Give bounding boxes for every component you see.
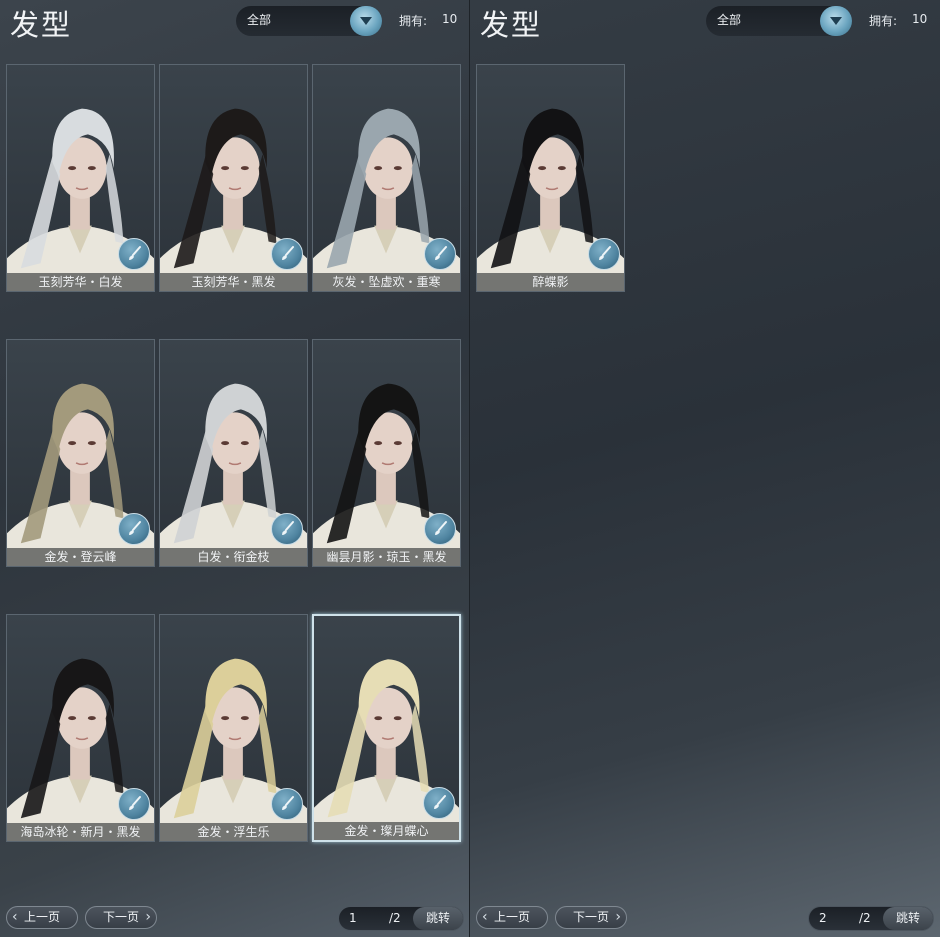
hairstyle-name: 灰发・坠虚欢・重寒: [313, 273, 460, 291]
hairstyle-card[interactable]: 金发・浮生乐: [159, 614, 308, 842]
hairstyle-name: 玉刻芳华・黑发: [160, 273, 307, 291]
brush-icon[interactable]: [424, 513, 456, 545]
brush-icon[interactable]: [118, 238, 150, 270]
prev-page-button[interactable]: ‹ 上一页: [476, 906, 548, 929]
page-number-input[interactable]: 1: [349, 911, 357, 925]
hairstyle-name: 金发・登云峰: [7, 548, 154, 566]
chevron-left-icon: ‹: [482, 909, 488, 925]
hairstyle-name: 幽昙月影・琼玉・黑发: [313, 548, 460, 566]
hairstyle-name: 醉蝶影: [477, 273, 624, 291]
filter-dropdown[interactable]: 全部: [236, 6, 382, 36]
hairstyle-card[interactable]: 幽昙月影・琼玉・黑发: [312, 339, 461, 567]
page-total: /2: [859, 911, 871, 925]
hairstyle-name: 海岛冰轮・新月・黑发: [7, 823, 154, 841]
hairstyle-name: 白发・衔金枝: [160, 548, 307, 566]
hairstyle-card[interactable]: 金发・璨月蝶心: [312, 614, 461, 842]
hairstyle-panel-page-1: 发型 全部 拥有: 10 玉刻芳华・白发 玉刻芳华・黑发 灰发・坠虚欢・重寒金发・登…: [0, 0, 470, 937]
filter-selected-value: 全部: [717, 13, 742, 27]
chevron-down-icon[interactable]: [350, 6, 382, 36]
filter-selected-value: 全部: [247, 13, 272, 27]
jump-button[interactable]: 跳转: [883, 907, 933, 930]
brush-icon[interactable]: [424, 238, 456, 270]
prev-page-label: 上一页: [493, 910, 530, 924]
panel-title: 发型: [10, 8, 73, 42]
hairstyle-card[interactable]: 醉蝶影: [476, 64, 625, 292]
chevron-right-icon: ›: [615, 909, 621, 925]
owned-count-value: 10: [442, 12, 458, 26]
next-page-label: 下一页: [572, 910, 609, 924]
hairstyle-card[interactable]: 玉刻芳华・黑发: [159, 64, 308, 292]
page-total: /2: [389, 911, 401, 925]
hairstyle-name: 金发・璨月蝶心: [314, 822, 459, 840]
owned-count-label: 拥有:: [399, 14, 428, 28]
page-number-input[interactable]: 2: [819, 911, 827, 925]
hairstyle-card[interactable]: 灰发・坠虚欢・重寒: [312, 64, 461, 292]
next-page-label: 下一页: [102, 910, 139, 924]
filter-dropdown[interactable]: 全部: [706, 6, 852, 36]
brush-icon[interactable]: [271, 238, 303, 270]
page-jump-box: 1 /2 跳转: [338, 906, 464, 931]
chevron-left-icon: ‹: [12, 909, 18, 925]
hairstyle-name: 金发・浮生乐: [160, 823, 307, 841]
page-jump-box: 2 /2 跳转: [808, 906, 934, 931]
brush-icon[interactable]: [588, 238, 620, 270]
brush-icon[interactable]: [423, 787, 455, 819]
panel-divider: [469, 0, 470, 937]
hairstyle-name: 玉刻芳华・白发: [7, 273, 154, 291]
hairstyle-card[interactable]: 海岛冰轮・新月・黑发: [6, 614, 155, 842]
hairstyle-card[interactable]: 白发・衔金枝: [159, 339, 308, 567]
jump-button[interactable]: 跳转: [413, 907, 463, 930]
next-page-button[interactable]: 下一页 ›: [555, 906, 627, 929]
hairstyle-card[interactable]: 金发・登云峰: [6, 339, 155, 567]
hairstyle-panel-page-2: 发型 全部 拥有: 10 醉蝶影 ‹ 上一页 下一页 › 2 /2 跳转: [470, 0, 940, 937]
brush-icon[interactable]: [271, 513, 303, 545]
chevron-down-icon[interactable]: [820, 6, 852, 36]
brush-icon[interactable]: [118, 513, 150, 545]
brush-icon[interactable]: [118, 788, 150, 820]
panel-title: 发型: [480, 8, 543, 42]
owned-count-label: 拥有:: [869, 14, 898, 28]
brush-icon[interactable]: [271, 788, 303, 820]
prev-page-button[interactable]: ‹ 上一页: [6, 906, 78, 929]
prev-page-label: 上一页: [23, 910, 60, 924]
hairstyle-card[interactable]: 玉刻芳华・白发: [6, 64, 155, 292]
chevron-right-icon: ›: [145, 909, 151, 925]
next-page-button[interactable]: 下一页 ›: [85, 906, 157, 929]
owned-count-value: 10: [912, 12, 928, 26]
